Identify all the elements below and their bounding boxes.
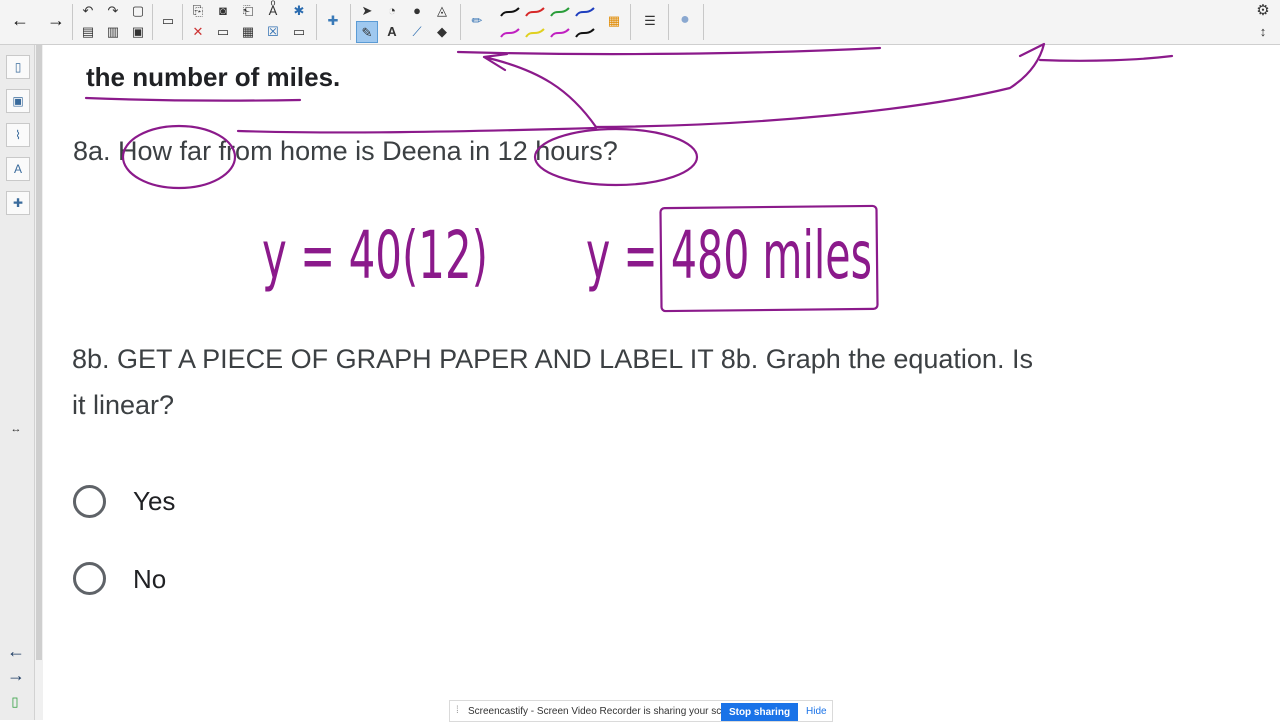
ink-underline-right	[1038, 54, 1174, 62]
ink-equation-2: y = 480 miles	[586, 217, 872, 294]
ink-line-under-8a	[236, 126, 598, 134]
hide-button[interactable]: Hide	[806, 706, 827, 717]
share-message: Screencastify - Screen Video Recorder is…	[468, 706, 745, 717]
ink-equation-1: y = 40(12)	[262, 217, 488, 294]
ink-underline-top	[456, 46, 882, 56]
ink-curve-right	[594, 42, 1046, 129]
ink-underline-miles	[84, 96, 302, 102]
ink-layer: y = 40(12) y = 480 miles	[84, 42, 1174, 313]
ink-circle-12-hours	[533, 127, 699, 187]
drag-handle-icon[interactable]: ⁞	[456, 705, 459, 716]
screen-share-banner: ⁞ Screencastify - Screen Video Recorder …	[449, 700, 833, 722]
ink-circle-how-far	[121, 124, 237, 190]
stop-sharing-button[interactable]: Stop sharing	[721, 703, 798, 721]
ink-arrow	[482, 52, 598, 129]
